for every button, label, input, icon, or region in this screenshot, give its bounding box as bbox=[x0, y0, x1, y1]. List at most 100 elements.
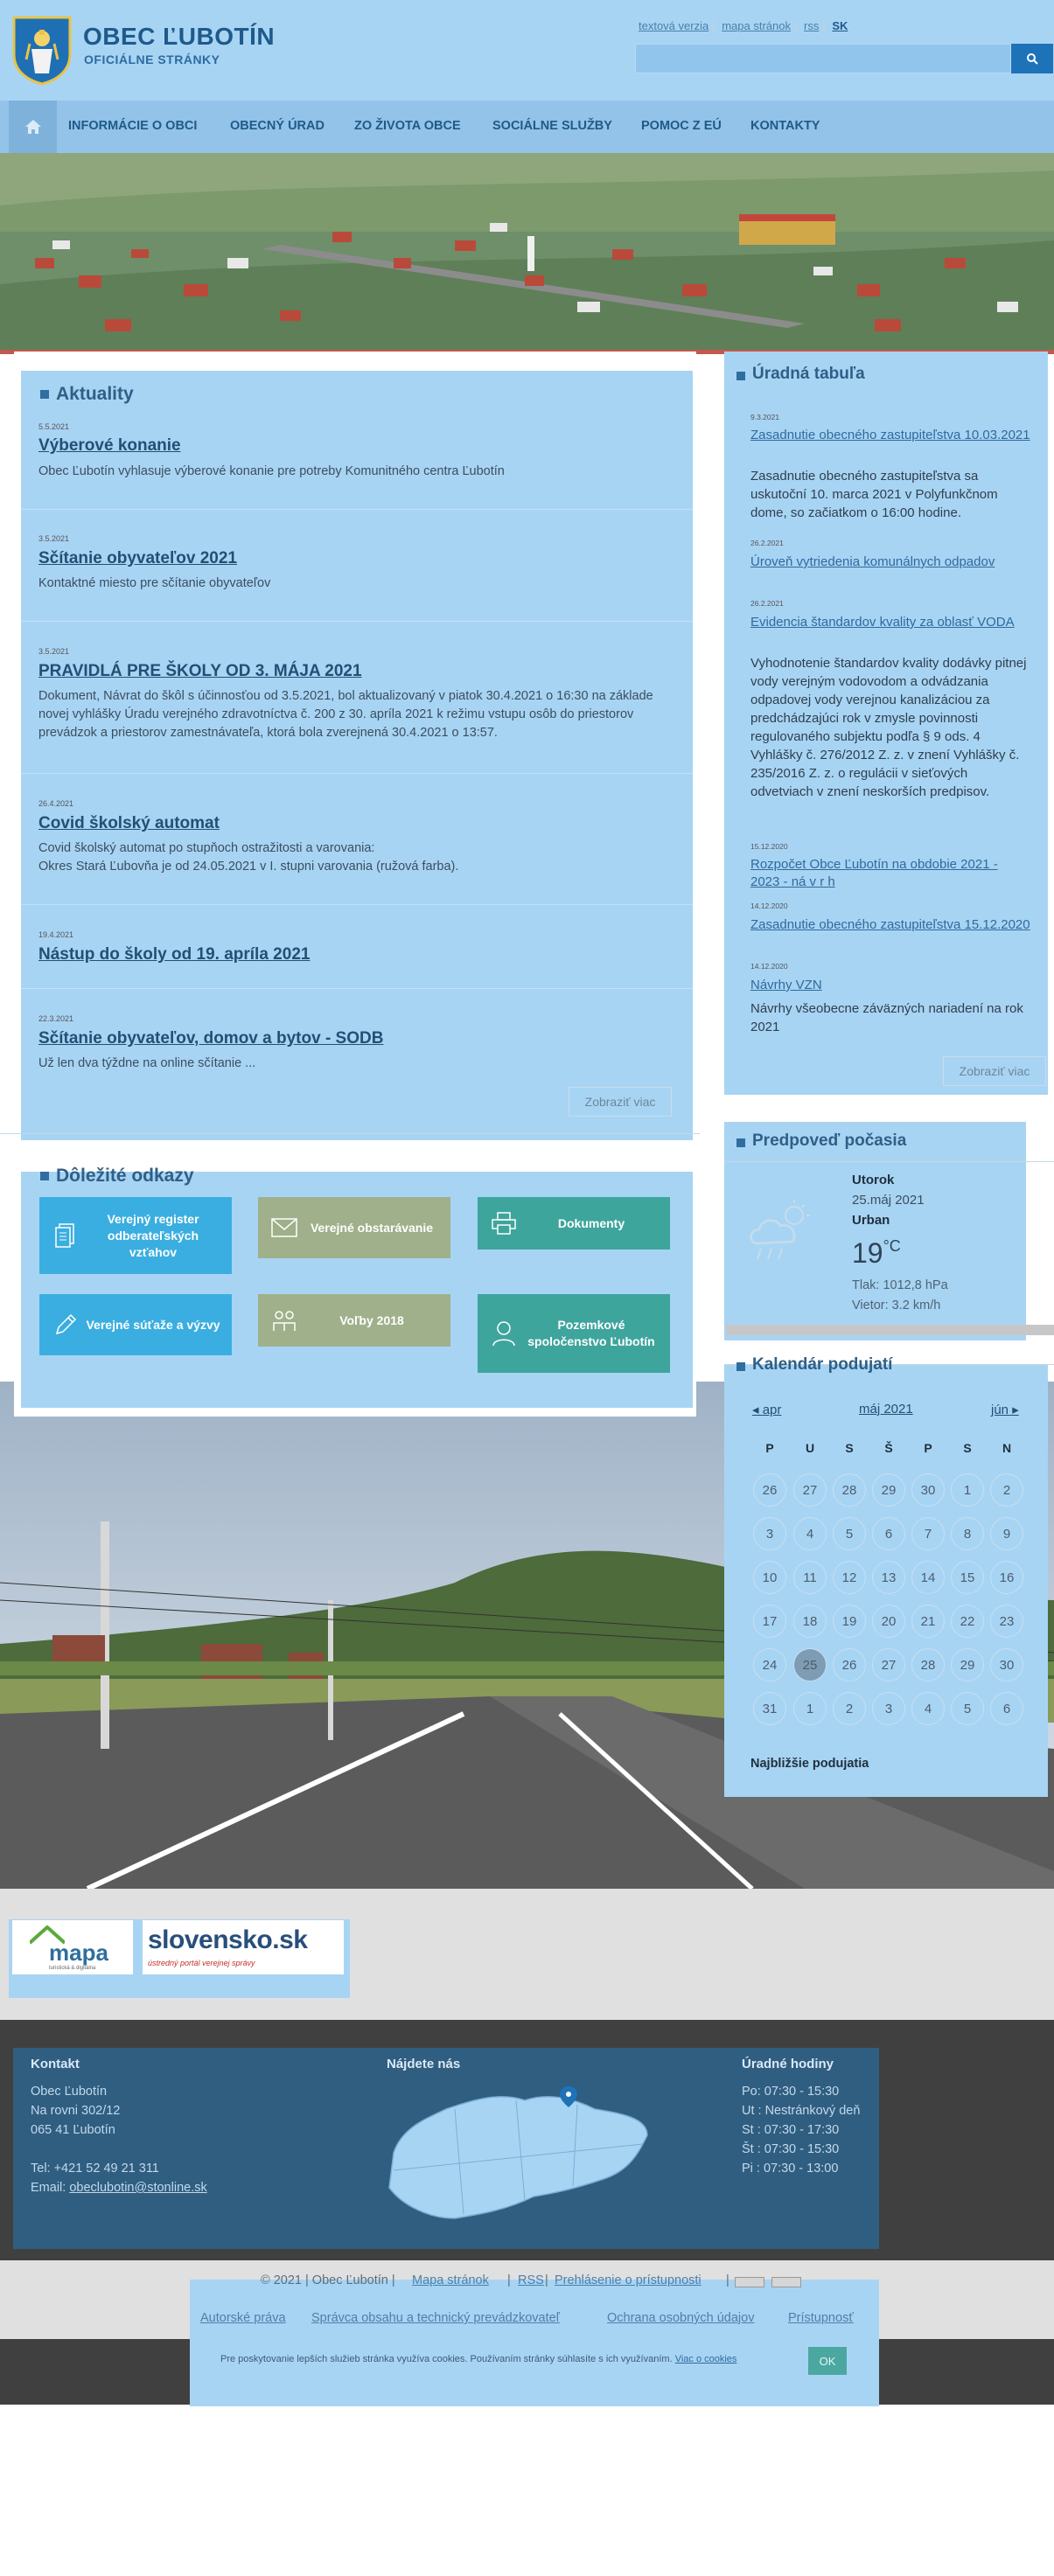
calendar-day[interactable]: 26 bbox=[833, 1648, 866, 1681]
tile-documents[interactable]: Dokumenty bbox=[478, 1197, 670, 1250]
search-button[interactable] bbox=[1011, 44, 1053, 73]
calendar-day[interactable]: 28 bbox=[911, 1648, 945, 1681]
nav-item-eu[interactable]: POMOC Z EÚ bbox=[641, 119, 722, 133]
footer-operator-link[interactable]: Správca obsahu a technický prevádzkovate… bbox=[311, 2311, 560, 2325]
calendar-day[interactable]: 23 bbox=[990, 1605, 1023, 1638]
tile-competitions[interactable]: Verejné súťaže a výzvy bbox=[39, 1294, 232, 1355]
calendar-day[interactable]: 12 bbox=[833, 1561, 866, 1594]
calendar-day[interactable]: 5 bbox=[833, 1517, 866, 1550]
mapa-logo[interactable]: mapa turistická & digitálna bbox=[12, 1920, 133, 1974]
calendar-day[interactable]: 27 bbox=[872, 1648, 905, 1681]
calendar-day[interactable]: 26 bbox=[753, 1473, 786, 1507]
footer-rss-link[interactable]: RSS bbox=[518, 2273, 544, 2287]
tile-land-community[interactable]: Pozemkové spoločenstvo Ľubotín bbox=[478, 1294, 670, 1373]
search-input[interactable] bbox=[635, 44, 1011, 73]
news-title[interactable]: Nástup do školy od 19. apríla 2021 bbox=[38, 945, 310, 964]
language-sk-link[interactable]: SK bbox=[832, 19, 848, 32]
board-link[interactable]: Rozpočet Obce Ľubotín na obdobie 2021 - … bbox=[750, 856, 1030, 891]
footer-hours-line: Pi : 07:30 - 13:00 bbox=[742, 2162, 839, 2176]
calendar-day[interactable]: 31 bbox=[753, 1692, 786, 1725]
calendar-day[interactable]: 4 bbox=[911, 1692, 945, 1725]
news-title[interactable]: Covid školský automat bbox=[38, 814, 220, 833]
nav-home-button[interactable] bbox=[9, 101, 57, 153]
calendar-day[interactable]: 7 bbox=[911, 1517, 945, 1550]
email-link[interactable]: obeclubotin@stonline.sk bbox=[69, 2181, 206, 2195]
footer-accessibility-statement-link[interactable]: Prístupnosť bbox=[788, 2311, 854, 2325]
calendar-day[interactable]: 1 bbox=[951, 1473, 984, 1507]
nav-item-contacts[interactable]: KONTAKTY bbox=[750, 119, 820, 133]
footer-sitemap-link[interactable]: Mapa stránok bbox=[412, 2273, 489, 2287]
calendar-day[interactable]: 17 bbox=[753, 1605, 786, 1638]
rss-link[interactable]: rss bbox=[804, 19, 819, 32]
footer-copyright-link[interactable]: Autorské práva bbox=[200, 2311, 286, 2325]
calendar-day[interactable]: 29 bbox=[951, 1648, 984, 1681]
calendar-day[interactable]: 14 bbox=[911, 1561, 945, 1594]
news-excerpt: Dokument, Návrat do škôl s účinnosťou od… bbox=[38, 689, 653, 740]
text-version-link[interactable]: textová verzia bbox=[639, 19, 708, 32]
calendar-day[interactable]: 30 bbox=[990, 1648, 1023, 1681]
news-title[interactable]: Sčítanie obyvateľov 2021 bbox=[38, 549, 237, 568]
board-link[interactable]: Zasadnutie obecného zastupiteľstva 10.03… bbox=[750, 427, 1030, 444]
calendar-day[interactable]: 5 bbox=[951, 1692, 984, 1725]
site-title[interactable]: OBEC ĽUBOTÍN bbox=[83, 23, 275, 51]
news-more-button[interactable]: Zobraziť viac bbox=[569, 1087, 672, 1117]
board-link[interactable]: Úroveň vytriedenia komunálnych odpadov bbox=[750, 553, 1030, 571]
calendar-day[interactable]: 25 bbox=[793, 1648, 827, 1681]
calendar-day[interactable]: 1 bbox=[793, 1692, 827, 1725]
calendar-day[interactable]: 13 bbox=[872, 1561, 905, 1594]
calendar-day[interactable]: 6 bbox=[990, 1692, 1023, 1725]
news-date: 5.5.2021 bbox=[38, 422, 70, 431]
calendar-day[interactable]: 15 bbox=[951, 1561, 984, 1594]
calendar-day[interactable]: 21 bbox=[911, 1605, 945, 1638]
calendar-day[interactable]: 3 bbox=[872, 1692, 905, 1725]
calendar-day[interactable]: 2 bbox=[833, 1692, 866, 1725]
tile-procurement[interactable]: Verejné obstarávanie bbox=[258, 1197, 450, 1258]
footer-accessibility-link[interactable]: Prehlásenie o prístupnosti bbox=[555, 2273, 702, 2287]
calendar-day[interactable]: 10 bbox=[753, 1561, 786, 1594]
calendar-day[interactable]: 28 bbox=[833, 1473, 866, 1507]
w3c-css-badge-icon[interactable] bbox=[771, 2277, 801, 2287]
nav-item-info[interactable]: INFORMÁCIE O OBCI bbox=[68, 119, 197, 133]
board-link[interactable]: Návrhy VZN bbox=[750, 977, 1030, 994]
calendar-day[interactable]: 18 bbox=[793, 1605, 827, 1638]
sitemap-link[interactable]: mapa stránok bbox=[722, 19, 791, 32]
calendar-current-month[interactable]: máj 2021 bbox=[859, 1402, 913, 1417]
board-link[interactable]: Evidencia štandardov kvality za oblasť V… bbox=[750, 614, 1030, 631]
slovensko-sk-logo[interactable]: slovensko.sk ústredný portál verejnej sp… bbox=[143, 1920, 344, 1974]
calendar-day[interactable]: 16 bbox=[990, 1561, 1023, 1594]
calendar-day[interactable]: 22 bbox=[951, 1605, 984, 1638]
calendar-day[interactable]: 20 bbox=[872, 1605, 905, 1638]
w3c-badge-icon[interactable] bbox=[735, 2277, 764, 2287]
board-more-button[interactable]: Zobraziť viac bbox=[943, 1056, 1046, 1086]
calendar-day[interactable]: 4 bbox=[793, 1517, 827, 1550]
cookie-ok-button[interactable]: OK bbox=[808, 2347, 847, 2375]
news-title[interactable]: Sčítanie obyvateľov, domov a bytov - SOD… bbox=[38, 1029, 383, 1048]
calendar-day[interactable]: 2 bbox=[990, 1473, 1023, 1507]
footer-privacy-link[interactable]: Ochrana osobných údajov bbox=[607, 2311, 754, 2325]
calendar-next-month[interactable]: jún ▸ bbox=[991, 1402, 1019, 1417]
calendar-day[interactable]: 27 bbox=[793, 1473, 827, 1507]
calendar-day[interactable]: 3 bbox=[753, 1517, 786, 1550]
cookie-more-link[interactable]: Viac o cookies bbox=[675, 2354, 737, 2364]
calendar-day[interactable]: 9 bbox=[990, 1517, 1023, 1550]
slovakia-map[interactable] bbox=[385, 2083, 652, 2223]
calendar-day[interactable]: 29 bbox=[872, 1473, 905, 1507]
news-title[interactable]: Výberové konanie bbox=[38, 436, 181, 456]
calendar-day[interactable]: 6 bbox=[872, 1517, 905, 1550]
coat-of-arms-logo[interactable] bbox=[10, 14, 73, 86]
nav-item-life[interactable]: ZO ŽIVOTA OBCE bbox=[354, 119, 461, 133]
calendar-day[interactable]: 11 bbox=[793, 1561, 827, 1594]
site-subtitle: OFICIÁLNE STRÁNKY bbox=[84, 52, 220, 66]
nav-item-office[interactable]: OBECNÝ ÚRAD bbox=[230, 119, 325, 133]
calendar-day[interactable]: 19 bbox=[833, 1605, 866, 1638]
board-link[interactable]: Zasadnutie obecného zastupiteľstva 15.12… bbox=[750, 916, 1030, 934]
upcoming-events-label[interactable]: Najbližšie podujatia bbox=[750, 1757, 869, 1771]
news-title[interactable]: PRAVIDLÁ PRE ŠKOLY OD 3. MÁJA 2021 bbox=[38, 662, 362, 681]
calendar-day[interactable]: 8 bbox=[951, 1517, 984, 1550]
calendar-day[interactable]: 30 bbox=[911, 1473, 945, 1507]
nav-item-social[interactable]: SOCIÁLNE SLUŽBY bbox=[492, 119, 612, 133]
calendar-prev-month[interactable]: ◂ apr bbox=[752, 1402, 781, 1417]
calendar-day[interactable]: 24 bbox=[753, 1648, 786, 1681]
tile-register[interactable]: Verejný register odberateľských vzťahov bbox=[39, 1197, 232, 1274]
tile-elections[interactable]: Voľby 2018 bbox=[258, 1294, 450, 1347]
